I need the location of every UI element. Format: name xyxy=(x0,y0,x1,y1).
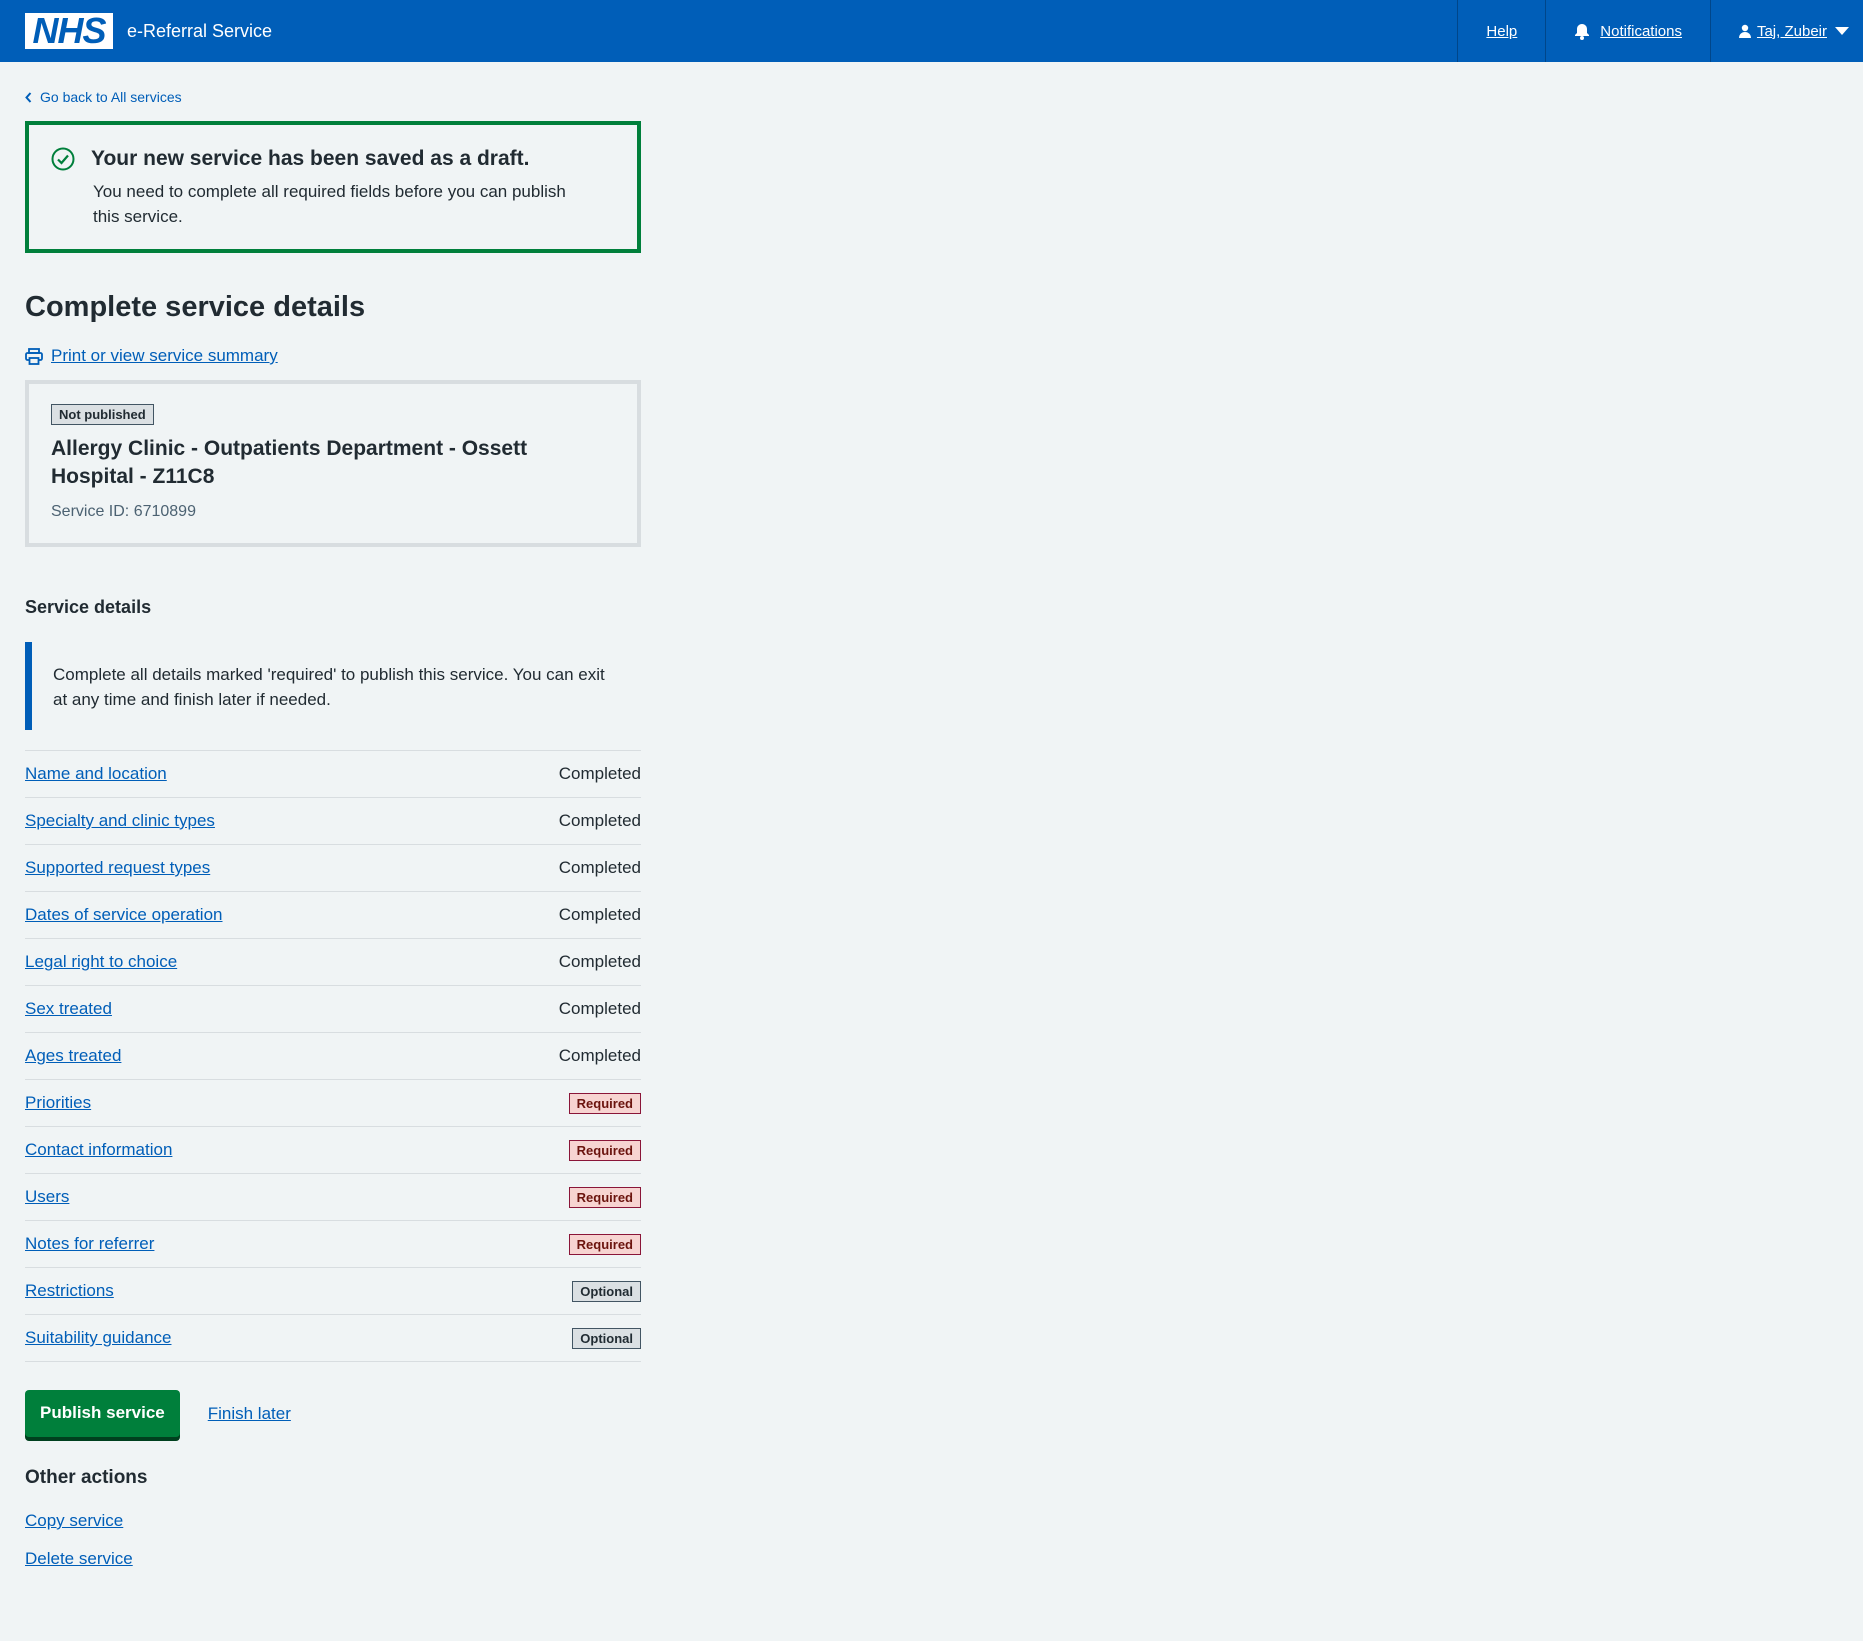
status-badge: Not published xyxy=(51,404,154,425)
task-status: Completed xyxy=(558,1046,641,1065)
task-row: Sex treated Completed xyxy=(25,986,641,1033)
check-circle-icon xyxy=(51,147,75,171)
header-nav: Help Notifications Taj, Zubeir xyxy=(1457,0,1863,62)
service-title: Allergy Clinic - Outpatients Department … xyxy=(51,437,528,488)
inset-text: Complete all details marked 'required' t… xyxy=(25,642,641,730)
required-badge: Required xyxy=(568,1139,641,1161)
user-menu[interactable]: Taj, Zubeir xyxy=(1709,0,1863,62)
task-link[interactable]: Restrictions xyxy=(25,1281,114,1301)
back-link[interactable]: Go back to All services xyxy=(25,89,665,105)
task-status: Completed xyxy=(558,952,641,971)
service-id: Service ID: 6710899 xyxy=(51,503,196,520)
user-icon xyxy=(1738,24,1751,38)
task-row: Priorities Required xyxy=(25,1080,641,1127)
task-row: Legal right to choice Completed xyxy=(25,939,641,986)
chevron-left-icon xyxy=(25,91,32,103)
task-link[interactable]: Suitability guidance xyxy=(25,1328,171,1348)
optional-badge: Optional xyxy=(572,1280,641,1302)
notifications-link[interactable]: Notifications xyxy=(1545,0,1710,62)
task-row: Specialty and clinic types Completed xyxy=(25,798,641,845)
service-summary-card: Not published Allergy Clinic - Outpatien… xyxy=(25,380,641,547)
task-row: Notes for referrer Required xyxy=(25,1221,641,1268)
task-row: Restrictions Optional xyxy=(25,1268,641,1315)
success-title-row: Your new service has been saved as a dra… xyxy=(51,147,613,171)
task-row: Name and location Completed xyxy=(25,751,641,798)
task-link[interactable]: Legal right to choice xyxy=(25,952,177,972)
help-link[interactable]: Help xyxy=(1457,0,1545,62)
task-row: Suitability guidance Optional xyxy=(25,1315,641,1362)
user-name: Taj, Zubeir xyxy=(1756,22,1827,40)
site-header: NHS e-Referral Service Help Notification… xyxy=(0,0,1863,62)
task-row: Ages treated Completed xyxy=(25,1033,641,1080)
printer-icon xyxy=(25,347,43,365)
task-status: Completed xyxy=(558,858,641,877)
required-badge: Required xyxy=(568,1233,641,1255)
task-link[interactable]: Contact information xyxy=(25,1140,172,1160)
success-title: Your new service has been saved as a dra… xyxy=(91,147,530,170)
form-actions: Publish service Finish later xyxy=(25,1390,665,1437)
finish-later-link[interactable]: Finish later xyxy=(208,1404,291,1424)
task-link[interactable]: Dates of service operation xyxy=(25,905,223,925)
task-link[interactable]: Notes for referrer xyxy=(25,1234,154,1254)
task-row: Dates of service operation Completed xyxy=(25,892,641,939)
task-link[interactable]: Name and location xyxy=(25,764,167,784)
brand[interactable]: NHS e-Referral Service xyxy=(0,0,272,62)
task-list: Name and location Completed Specialty an… xyxy=(25,750,641,1362)
task-row: Supported request types Completed xyxy=(25,845,641,892)
required-badge: Required xyxy=(568,1092,641,1114)
task-link[interactable]: Ages treated xyxy=(25,1046,121,1066)
delete-service-link[interactable]: Delete service xyxy=(25,1549,665,1569)
notifications-label: Notifications xyxy=(1600,22,1682,40)
task-status: Completed xyxy=(558,999,641,1018)
other-actions-title: Other actions xyxy=(25,1467,148,1488)
section-title: Service details xyxy=(25,597,152,617)
task-status: Completed xyxy=(558,811,641,830)
nhs-logo[interactable]: NHS xyxy=(25,13,113,49)
copy-service-link[interactable]: Copy service xyxy=(25,1511,665,1531)
task-row: Users Required xyxy=(25,1174,641,1221)
success-body: You need to complete all required fields… xyxy=(93,182,566,226)
nhs-logo-text: NHS xyxy=(32,10,106,51)
task-link[interactable]: Specialty and clinic types xyxy=(25,811,215,831)
page-title: Complete service details xyxy=(25,291,366,323)
main-content: Go back to All services Your new service… xyxy=(0,89,665,1569)
task-row: Contact information Required xyxy=(25,1127,641,1174)
task-link[interactable]: Supported request types xyxy=(25,858,210,878)
chevron-down-icon xyxy=(1835,27,1849,35)
optional-badge: Optional xyxy=(572,1327,641,1349)
task-link[interactable]: Priorities xyxy=(25,1093,91,1113)
service-name[interactable]: e-Referral Service xyxy=(127,21,272,42)
publish-service-button[interactable]: Publish service xyxy=(25,1390,180,1437)
back-link-label: Go back to All services xyxy=(40,89,182,105)
print-summary-link[interactable]: Print or view service summary xyxy=(25,346,665,366)
bell-icon xyxy=(1574,23,1590,40)
print-summary-label: Print or view service summary xyxy=(51,346,278,365)
required-badge: Required xyxy=(568,1186,641,1208)
help-label: Help xyxy=(1486,22,1518,40)
task-link[interactable]: Sex treated xyxy=(25,999,112,1019)
task-link[interactable]: Users xyxy=(25,1187,69,1207)
task-status: Completed xyxy=(558,764,641,783)
success-panel: Your new service has been saved as a dra… xyxy=(25,121,641,253)
task-status: Completed xyxy=(558,905,641,924)
